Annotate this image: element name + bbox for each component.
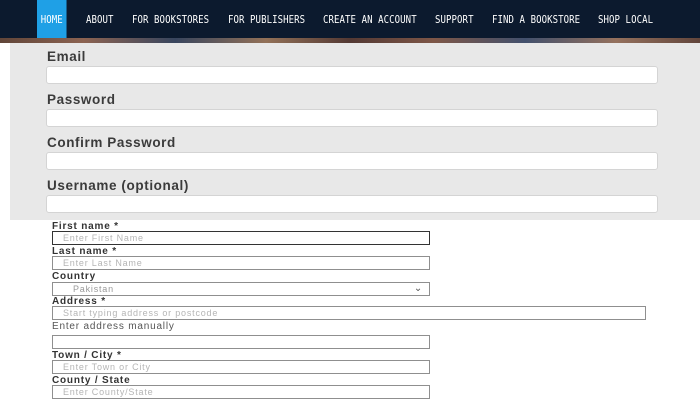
address-field[interactable] (52, 306, 646, 320)
nav-item-for-bookstores[interactable]: FOR BOOKSTORES (132, 0, 209, 38)
main-nav: HOME ABOUT FOR BOOKSTORES FOR PUBLISHERS… (0, 0, 700, 43)
country-select[interactable]: Pakistan ⌄ (52, 282, 430, 296)
town-field[interactable] (52, 360, 430, 374)
nav-item-create-account[interactable]: CREATE AN ACCOUNT (323, 0, 417, 38)
country-label: Country (52, 271, 96, 282)
nav-item-support[interactable]: SUPPORT (435, 0, 474, 38)
email-label: Email (47, 49, 87, 64)
confirm-password-field[interactable] (46, 152, 658, 170)
last-name-field[interactable] (52, 256, 430, 270)
nav-item-for-publishers[interactable]: FOR PUBLISHERS (228, 0, 305, 38)
password-field[interactable] (46, 109, 658, 127)
county-field[interactable] (52, 385, 430, 399)
account-panel: Email Password Confirm Password Username… (10, 43, 700, 220)
nav-item-about[interactable]: ABOUT (86, 0, 114, 38)
manual-address-field[interactable] (52, 335, 430, 349)
chevron-down-icon: ⌄ (413, 283, 423, 294)
email-field[interactable] (46, 66, 658, 84)
country-value: Pakistan (73, 284, 114, 294)
enter-address-manually-link[interactable]: Enter address manually (52, 321, 175, 332)
password-label: Password (47, 92, 116, 107)
username-field[interactable] (46, 195, 658, 213)
nav-item-shop-local[interactable]: SHOP LOCAL (598, 0, 653, 38)
nav-item-home[interactable]: HOME (37, 0, 67, 38)
nav-item-find-bookstore[interactable]: FIND A BOOKSTORE (492, 0, 580, 38)
username-label: Username (optional) (47, 178, 189, 193)
confirm-password-label: Confirm Password (47, 135, 176, 150)
first-name-field[interactable] (52, 231, 430, 245)
